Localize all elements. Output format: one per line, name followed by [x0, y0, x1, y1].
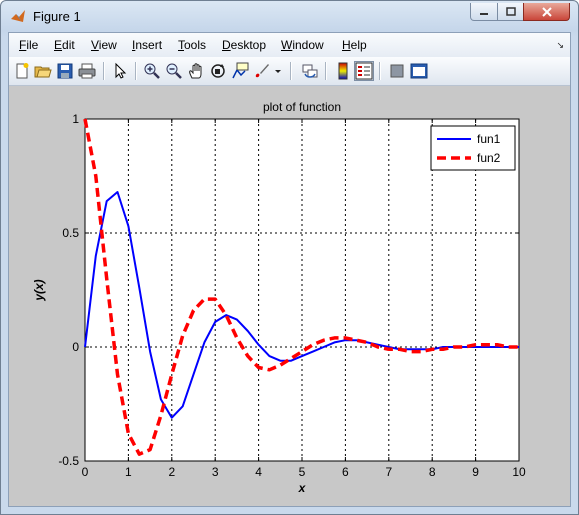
chart-title: plot of function	[263, 100, 341, 114]
figure-toolbar	[9, 57, 570, 86]
x-tick-label: 0	[82, 465, 89, 479]
maximize-button[interactable]	[497, 3, 524, 21]
open-file-button[interactable]	[33, 61, 53, 81]
x-tick-label: 1	[125, 465, 132, 479]
link-plot-icon	[302, 64, 318, 78]
menu-label-rest: ile	[26, 38, 39, 52]
data-cursor-button[interactable]	[230, 61, 250, 81]
x-tick-label: 5	[299, 465, 306, 479]
menu-mnemonic: V	[91, 38, 99, 52]
menu-label-rest: dit	[62, 38, 75, 52]
x-tick-label: 10	[512, 465, 526, 479]
hide-plot-tools-button[interactable]	[387, 61, 407, 81]
zoom-out-button[interactable]	[164, 61, 184, 81]
legend-box	[430, 125, 516, 171]
menu-item-help[interactable]: Help	[342, 38, 367, 52]
minimize-button[interactable]	[470, 3, 498, 21]
menu-label-rest: indow	[292, 38, 324, 52]
menu-label-rest: iew	[98, 38, 117, 52]
toolbar-separator	[379, 62, 381, 80]
title-bar[interactable]: Figure 1	[1, 1, 578, 32]
colorbar-button[interactable]	[333, 61, 353, 81]
menu-mnemonic: W	[281, 38, 293, 52]
x-tick-label: 9	[472, 465, 479, 479]
y-tick-label: 0	[72, 340, 79, 354]
menu-mnemonic: H	[342, 38, 351, 52]
menu-label-rest: esktop	[230, 38, 267, 52]
legend-button[interactable]	[354, 61, 374, 81]
pan-hand-icon	[189, 63, 202, 79]
legend-icon	[355, 62, 373, 80]
colorbar-icon	[338, 62, 348, 80]
legend-label-fun2: fun2	[477, 151, 501, 165]
menu-item-view[interactable]: View	[91, 38, 117, 52]
data-cursor-icon	[232, 62, 249, 79]
toolbar-separator	[290, 62, 292, 80]
edit-plot-arrow-icon	[115, 62, 127, 79]
y-axis-label: y(x)	[32, 279, 46, 301]
menu-overflow-icon[interactable]: ↘	[556, 40, 564, 51]
menu-label-rest: elp	[350, 38, 367, 52]
chevron-down-icon	[275, 70, 281, 73]
save-icon	[57, 63, 73, 79]
legend[interactable]: fun1 fun2	[430, 125, 516, 171]
x-tick-label: 7	[385, 465, 392, 479]
x-tick-label: 2	[168, 465, 175, 479]
brush-dropdown-button[interactable]	[273, 61, 283, 81]
link-plot-button[interactable]	[300, 61, 320, 81]
menu-label-rest: nsert	[135, 38, 163, 52]
matlab-logo-icon	[11, 10, 25, 22]
show-plot-tools-icon	[410, 63, 428, 79]
menu-mnemonic: E	[54, 38, 63, 52]
menu-item-desktop[interactable]: Desktop	[222, 38, 266, 52]
menu-item-tools[interactable]: Tools	[178, 38, 206, 52]
x-tick-label: 8	[429, 465, 436, 479]
toolbar-separator	[103, 62, 105, 80]
plot-svg[interactable]: 0 1 2 3 4 5 6 7 8 9 10-0.500.51 plot of function x…	[9, 86, 570, 506]
show-plot-tools-button[interactable]	[409, 61, 429, 81]
open-file-icon	[34, 66, 52, 78]
pan-button[interactable]	[186, 61, 206, 81]
brush-icon	[255, 64, 269, 78]
rotate-3d-button[interactable]	[208, 61, 228, 81]
figure-window: Figure 1 ↘ File Edit View Insert Tools Deskto…	[0, 0, 579, 515]
toolbar-separator	[135, 62, 137, 80]
menu-bar: ↘ File Edit View Insert Tools Desktop Window He…	[9, 33, 570, 57]
window-title: Figure 1	[33, 9, 81, 24]
close-icon	[541, 6, 552, 17]
menu-label-rest: ools	[184, 38, 207, 52]
edit-plot-button[interactable]	[110, 61, 130, 81]
x-tick-label: 6	[342, 465, 349, 479]
maximize-icon	[505, 6, 516, 16]
y-tick-label: 1	[72, 112, 79, 126]
y-tick-label: 0.5	[62, 226, 79, 240]
menu-item-edit[interactable]: Edit	[54, 38, 75, 52]
close-button[interactable]	[523, 3, 570, 21]
x-tick-label: 4	[255, 465, 262, 479]
figure-canvas[interactable]: 0 1 2 3 4 5 6 7 8 9 10 -0.5 0 0.5 1 plot of function x…	[9, 86, 570, 506]
minimize-icon	[480, 12, 488, 15]
menu-item-window[interactable]: Window	[281, 38, 324, 52]
menu-mnemonic: D	[222, 38, 231, 52]
new-figure-icon	[16, 63, 29, 79]
legend-label-fun1: fun1	[477, 132, 501, 146]
figure-client-area: ↘ File Edit View Insert Tools Desktop Window He…	[8, 32, 571, 507]
zoom-in-button[interactable]	[142, 61, 162, 81]
x-axis-label: x	[298, 481, 307, 495]
hide-plot-tools-icon	[390, 64, 404, 78]
save-button[interactable]	[55, 61, 75, 81]
brush-button[interactable]	[252, 61, 272, 81]
print-icon	[78, 63, 96, 79]
new-figure-button[interactable]	[12, 61, 32, 81]
zoom-out-icon	[166, 63, 182, 79]
y-tick-label: -0.5	[58, 454, 79, 468]
toolbar-separator	[325, 62, 327, 80]
rotate-3d-icon	[211, 64, 225, 78]
print-button[interactable]	[77, 61, 97, 81]
menu-item-insert[interactable]: Insert	[132, 38, 162, 52]
x-tick-label: 3	[212, 465, 219, 479]
menu-item-file[interactable]: File	[19, 38, 38, 52]
zoom-in-icon	[144, 63, 160, 79]
